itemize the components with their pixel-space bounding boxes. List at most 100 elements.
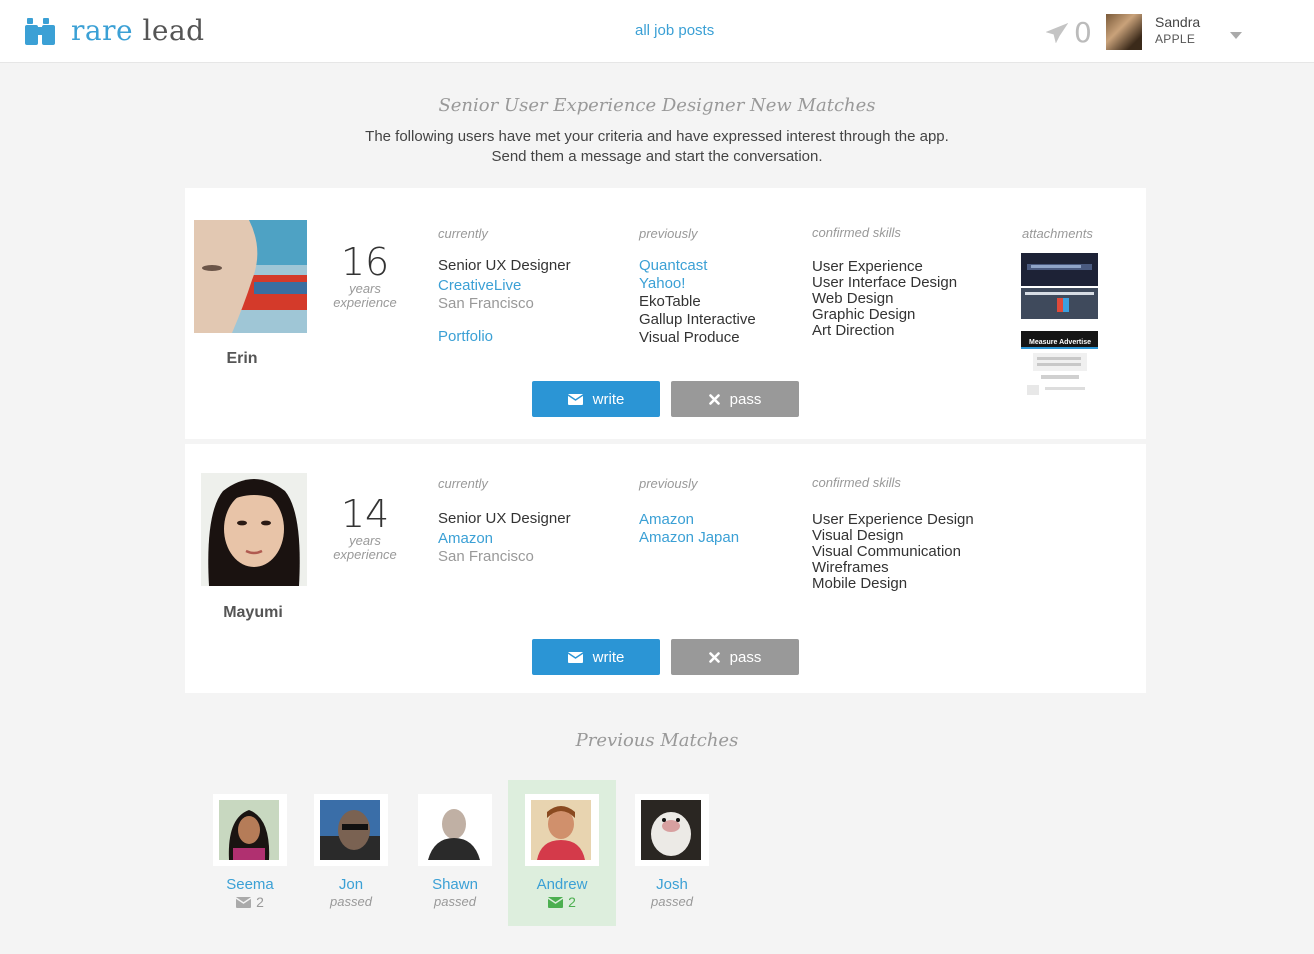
match-status: passed [434, 894, 476, 909]
previous-match-item[interactable]: Shawn passed [401, 780, 509, 926]
envelope-icon [548, 896, 564, 908]
candidate-photo [201, 473, 307, 586]
previous-company[interactable]: Yahoo! [639, 275, 756, 293]
pass-button[interactable]: pass [671, 639, 799, 675]
previously-heading: previously [639, 226, 698, 241]
previous-match-item[interactable]: Josh passed [618, 780, 726, 926]
candidate-card: Mayumi 14 years experience currently Sen… [185, 444, 1146, 693]
current-company[interactable]: CreativeLive [438, 277, 571, 295]
match-status: passed [651, 894, 693, 909]
avatar [531, 800, 591, 860]
skill-item: Wireframes [812, 559, 889, 576]
write-button-label: write [592, 648, 625, 666]
portfolio-link[interactable]: Portfolio [438, 328, 571, 346]
experience-label: experience [333, 295, 397, 310]
user-company: APPLE [1155, 32, 1196, 46]
all-job-posts-link[interactable]: all job posts [635, 22, 714, 39]
avatar [219, 800, 279, 860]
user-name: Sandra [1155, 14, 1201, 30]
match-message-count: 2 [256, 894, 264, 910]
page-subtitle: The following users have met your criter… [0, 127, 1314, 167]
candidate-card: Erin 16 years experience currently Senio… [185, 188, 1146, 439]
logo-text-rare: rare [71, 14, 134, 47]
match-name[interactable]: Jon [297, 876, 405, 893]
currently-heading: currently [438, 226, 488, 241]
experience-years: 14 years experience [325, 494, 405, 562]
messages-indicator[interactable]: 0 [1046, 16, 1092, 49]
match-status: passed [330, 894, 372, 909]
skill-item: User Experience [812, 258, 923, 275]
years-label: years [349, 533, 381, 548]
skill-item: Visual Design [812, 527, 904, 544]
avatar [1106, 14, 1142, 50]
previous-match-item[interactable]: Andrew 2 [508, 780, 616, 926]
years-number: 14 [340, 492, 390, 536]
close-icon [708, 651, 720, 663]
years-label: years [349, 281, 381, 296]
pass-button-label: pass [729, 648, 762, 666]
message-count-badge: 2 [508, 894, 616, 910]
attachment-thumbnail[interactable] [1021, 253, 1098, 286]
previous-company[interactable]: Amazon Japan [639, 529, 739, 547]
chevron-down-icon[interactable] [1230, 32, 1243, 39]
match-message-count: 2 [568, 894, 576, 910]
skill-item: Art Direction [812, 322, 895, 339]
previous-company: Visual Produce [639, 329, 740, 346]
previous-company[interactable]: Amazon [639, 511, 739, 529]
subtitle-line-2: Send them a message and start the conver… [491, 148, 823, 165]
previously-heading: previously [639, 476, 698, 491]
attachment-thumbnail[interactable] [1021, 288, 1098, 319]
previous-company: Gallup Interactive [639, 311, 756, 328]
skills-heading: confirmed skills [812, 225, 901, 240]
attachment-text: Measure Advertise [1029, 339, 1091, 346]
logo-text-lead: lead [142, 14, 205, 47]
candidate-photo [194, 220, 307, 333]
attachments-column: attachments [1022, 225, 1093, 243]
write-button-label: write [592, 390, 625, 408]
page-title: Senior User Experience Designer New Matc… [438, 95, 876, 116]
logo[interactable]: rare lead [24, 14, 205, 47]
paper-plane-icon [1046, 22, 1068, 43]
write-button[interactable]: write [532, 381, 660, 417]
previously-column: previously Quantcast Yahoo! EkoTable Gal… [639, 225, 756, 347]
current-title: Senior UX Designer [438, 257, 571, 274]
pass-button-label: pass [729, 390, 762, 408]
candidate-name[interactable]: Mayumi [193, 604, 313, 622]
envelope-icon [567, 651, 583, 663]
write-button[interactable]: write [532, 639, 660, 675]
avatar [320, 800, 380, 860]
match-name[interactable]: Shawn [401, 876, 509, 893]
current-title: Senior UX Designer [438, 510, 571, 527]
current-column: currently Senior UX Designer Amazon San … [438, 475, 571, 566]
candidate-name[interactable]: Erin [182, 350, 302, 368]
skill-item: Mobile Design [812, 575, 908, 592]
skill-item: Graphic Design [812, 306, 916, 323]
experience-label: experience [333, 547, 397, 562]
pass-button[interactable]: pass [671, 381, 799, 417]
match-name[interactable]: Seema [196, 876, 304, 893]
envelope-icon [236, 896, 252, 908]
previous-company: EkoTable [639, 293, 701, 310]
skills-column: confirmed skills User Experience User In… [812, 225, 957, 339]
previous-matches-list: Seema 2 Jon passed Shawn passed Andrew 2… [0, 780, 1314, 930]
skills-column: confirmed skills User Experience Design … [812, 475, 974, 592]
previously-column: previously Amazon Amazon Japan [639, 475, 739, 547]
attachment-thumbnail[interactable]: Measure Advertise [1021, 331, 1098, 399]
previous-match-item[interactable]: Jon passed [297, 780, 405, 926]
match-name[interactable]: Andrew [508, 876, 616, 893]
currently-heading: currently [438, 476, 488, 491]
top-navbar: rare lead all job posts 0 Sandra APPLE [0, 0, 1314, 63]
skills-heading: confirmed skills [812, 475, 901, 490]
previous-match-item[interactable]: Seema 2 [196, 780, 304, 926]
close-icon [708, 393, 720, 405]
message-count-badge: 2 [196, 894, 304, 910]
skill-item: Web Design [812, 290, 894, 307]
current-company[interactable]: Amazon [438, 530, 571, 548]
skill-item: User Experience Design [812, 511, 974, 528]
user-menu[interactable]: Sandra APPLE [1106, 14, 1243, 50]
skill-item: User Interface Design [812, 274, 958, 291]
match-name[interactable]: Josh [618, 876, 726, 893]
experience-years: 16 years experience [325, 242, 405, 310]
previous-matches-title: Previous Matches [575, 730, 739, 751]
previous-company[interactable]: Quantcast [639, 257, 756, 275]
